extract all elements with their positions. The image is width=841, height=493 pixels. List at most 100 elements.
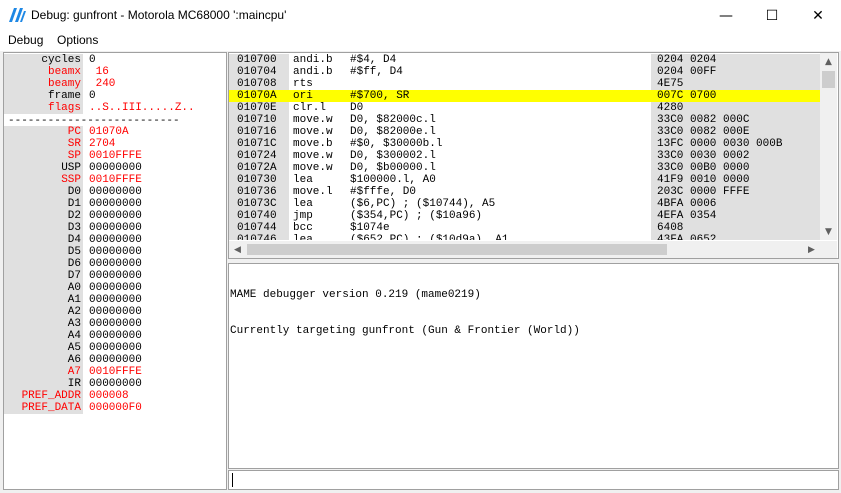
register-value: 0 xyxy=(89,90,96,102)
instruction-address: 010736 xyxy=(229,186,289,198)
register-row[interactable]: PC 01070A xyxy=(4,126,226,138)
instruction-mnemonic: lea xyxy=(293,198,313,210)
register-row[interactable]: cycles 0 xyxy=(4,54,226,66)
console-output: MAME debugger version 0.219 (mame0219) C… xyxy=(230,265,580,361)
instruction-operands: #$0, $30000b.l xyxy=(350,138,443,150)
disassembly-row[interactable]: 010746 lea ($652,PC) ; ($10d9a), A1 43FA 06… xyxy=(229,234,820,240)
instruction-bytes: 203C 0000 FFFE xyxy=(651,186,820,198)
register-row[interactable]: frame 0 xyxy=(4,90,226,102)
register-value: 00000000 xyxy=(89,258,142,270)
instruction-address: 01070E xyxy=(229,102,289,114)
instruction-address: 010710 xyxy=(229,114,289,126)
register-row[interactable]: A4 00000000 xyxy=(4,330,226,342)
disassembly-row[interactable]: 01072A move.w D0, $b00000.l 33C0 00B0 0000 xyxy=(229,162,820,174)
disassembly-row[interactable]: 010724 move.w D0, $300002.l 33C0 0030 0002 xyxy=(229,150,820,162)
menu-debug[interactable]: Debug xyxy=(8,33,43,47)
register-row[interactable]: beamy 240 xyxy=(4,78,226,90)
register-row[interactable]: D2 00000000 xyxy=(4,210,226,222)
instruction-mnemonic: andi.b xyxy=(293,66,333,78)
register-value: 00000000 xyxy=(89,294,142,306)
register-row[interactable]: D4 00000000 xyxy=(4,234,226,246)
instruction-bytes: 33C0 00B0 0000 xyxy=(651,162,820,174)
disassembly-row[interactable]: 01073C lea ($6,PC) ; ($10744), A5 4BFA 0006 xyxy=(229,198,820,210)
register-row[interactable]: IR 00000000 xyxy=(4,378,226,390)
disassembly-row[interactable]: 010740 jmp ($354,PC) ; ($10a96) 4EFA 0354 xyxy=(229,210,820,222)
register-name: SP xyxy=(67,150,81,162)
register-value: 00000000 xyxy=(89,282,142,294)
instruction-bytes: 6408 xyxy=(651,222,820,234)
close-button[interactable]: ✕ xyxy=(795,0,841,31)
horizontal-scroll-thumb[interactable] xyxy=(247,244,667,255)
scroll-right-icon[interactable]: ▶ xyxy=(803,241,820,258)
menu-options[interactable]: Options xyxy=(57,33,98,47)
disassembly-horizontal-scrollbar[interactable]: ◀ ▶ xyxy=(229,241,820,258)
minimize-button[interactable]: — xyxy=(703,0,749,31)
instruction-bytes: 33C0 0082 000C xyxy=(651,114,820,126)
scroll-left-icon[interactable]: ◀ xyxy=(229,241,246,258)
register-value: 00000000 xyxy=(89,198,142,210)
disassembly-row[interactable]: 01070E clr.l D0 4280 xyxy=(229,102,820,114)
disassembly-row[interactable]: 010716 move.w D0, $82000e.l 33C0 0082 000E xyxy=(229,126,820,138)
register-name: D5 xyxy=(67,246,81,258)
register-row[interactable]: D5 00000000 xyxy=(4,246,226,258)
register-row[interactable]: A0 00000000 xyxy=(4,282,226,294)
register-value: 01070A xyxy=(89,126,129,138)
instruction-operands: D0, $300002.l xyxy=(350,150,436,162)
instruction-mnemonic: clr.l xyxy=(293,102,327,114)
instruction-address: 010724 xyxy=(229,150,289,162)
register-name: D7 xyxy=(67,270,81,282)
register-row[interactable]: D0 00000000 xyxy=(4,186,226,198)
register-row[interactable]: D7 00000000 xyxy=(4,270,226,282)
register-row[interactable]: SP 0010FFFE xyxy=(4,150,226,162)
register-row[interactable]: SSP 0010FFFE xyxy=(4,174,226,186)
register-row[interactable]: USP 00000000 xyxy=(4,162,226,174)
vertical-scroll-thumb[interactable] xyxy=(822,71,835,88)
disassembly-row[interactable]: 010700 andi.b #$4, D4 0204 0204 xyxy=(229,54,820,66)
register-value: 0 xyxy=(89,54,96,66)
register-row[interactable]: PREF_DATA 000000F0 xyxy=(4,402,226,414)
disassembly-row[interactable]: 010708 rts 4E75 xyxy=(229,78,820,90)
register-row[interactable]: A1 00000000 xyxy=(4,294,226,306)
console-pane[interactable]: MAME debugger version 0.219 (mame0219) C… xyxy=(228,263,839,469)
current-instruction-row[interactable]: 01070A ori #$700, SR 007C 0700 xyxy=(229,90,820,102)
register-row[interactable]: A6 00000000 xyxy=(4,354,226,366)
register-row[interactable]: A2 00000000 xyxy=(4,306,226,318)
register-row[interactable]: flags ..S..III.....Z.. xyxy=(4,102,226,114)
disassembly-vertical-scrollbar[interactable]: ▲ ▼ xyxy=(820,53,837,240)
register-row[interactable]: A7 0010FFFE xyxy=(4,366,226,378)
disassembly-row[interactable]: 010736 move.l #$fffe, D0 203C 0000 FFFE xyxy=(229,186,820,198)
register-row[interactable]: PREF_ADDR 000008 xyxy=(4,390,226,402)
register-row[interactable]: A3 00000000 xyxy=(4,318,226,330)
instruction-operands: #$4, D4 xyxy=(350,54,397,66)
instruction-address: 01073C xyxy=(229,198,289,210)
command-input[interactable] xyxy=(228,470,839,490)
disassembly-row[interactable]: 010744 bcc $1074e 6408 xyxy=(229,222,820,234)
scroll-down-icon[interactable]: ▼ xyxy=(820,223,837,240)
register-row[interactable]: A5 00000000 xyxy=(4,342,226,354)
register-row[interactable]: SR 2704 xyxy=(4,138,226,150)
console-line: Currently targeting gunfront (Gun & Fron… xyxy=(230,325,580,337)
register-row[interactable]: beamx 16 xyxy=(4,66,226,78)
register-name: beamy xyxy=(47,78,81,90)
maximize-button[interactable]: ☐ xyxy=(749,0,795,31)
disassembly-row[interactable]: 010704 andi.b #$ff, D4 0204 00FF xyxy=(229,66,820,78)
register-value: 00000000 xyxy=(89,378,142,390)
minimize-icon: — xyxy=(719,7,733,24)
register-pane[interactable]: cycles 0 beamx 16 beamy 240 frame 0 flags ..S..… xyxy=(3,52,227,490)
instruction-bytes: 4E75 xyxy=(651,78,820,90)
register-row[interactable]: D6 00000000 xyxy=(4,258,226,270)
register-name: D2 xyxy=(67,210,81,222)
disassembly-row[interactable]: 01071C move.b #$0, $30000b.l 13FC 0000 0030… xyxy=(229,138,820,150)
register-name: A0 xyxy=(67,282,81,294)
register-row[interactable]: D3 00000000 xyxy=(4,222,226,234)
disassembly-row[interactable]: 010730 lea $100000.l, A0 41F9 0010 0000 xyxy=(229,174,820,186)
scroll-up-icon[interactable]: ▲ xyxy=(820,53,837,70)
register-value: 00000000 xyxy=(89,270,142,282)
disassembly-pane[interactable]: 010700 andi.b #$4, D4 0204 0204 010704 andi.b… xyxy=(228,52,839,259)
instruction-mnemonic: move.w xyxy=(293,114,333,126)
register-row[interactable]: D1 00000000 xyxy=(4,198,226,210)
register-value: 2704 xyxy=(89,138,116,150)
title-bar[interactable]: Debug: gunfront - Motorola MC68000 ':mai… xyxy=(0,0,841,31)
disassembly-row[interactable]: 010710 move.w D0, $82000c.l 33C0 0082 000C xyxy=(229,114,820,126)
mame-icon xyxy=(9,8,26,22)
